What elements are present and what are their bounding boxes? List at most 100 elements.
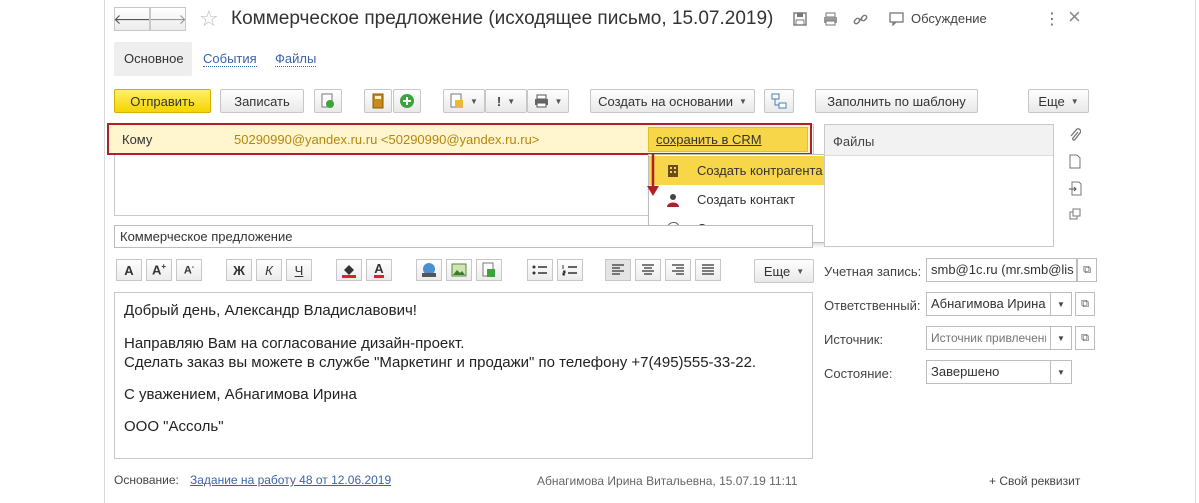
decrease-font-button[interactable]: A- bbox=[176, 259, 202, 281]
import-file-icon[interactable] bbox=[1064, 177, 1086, 199]
italic-button[interactable]: К bbox=[256, 259, 282, 281]
save-to-crm-label: сохранить в CRM bbox=[656, 132, 762, 147]
body-line: Сделать заказ вы можете в службе "Маркет… bbox=[124, 354, 757, 371]
account-label: Учетная запись: bbox=[824, 264, 922, 279]
discussion-icon[interactable] bbox=[885, 8, 907, 30]
author-timestamp: Абнагимова Ирина Витальевна, 15.07.19 11… bbox=[537, 474, 798, 488]
structure-button[interactable] bbox=[764, 89, 794, 113]
bold-button[interactable]: Ж bbox=[226, 259, 252, 281]
align-right-button[interactable] bbox=[665, 259, 691, 281]
underline-button[interactable]: Ч bbox=[286, 259, 312, 281]
importance-dropdown[interactable]: ! ▼ bbox=[485, 89, 527, 113]
plus-circle-icon bbox=[400, 94, 414, 108]
open-source-button[interactable]: ⧉ bbox=[1075, 326, 1095, 350]
more-toolbar-dropdown[interactable]: Еще ▼ bbox=[1028, 89, 1089, 113]
italic-icon: К bbox=[265, 262, 273, 278]
state-dropdown[interactable]: ▼ bbox=[1051, 360, 1072, 384]
message-body-editor[interactable]: Добрый день, Александр Владиславович! На… bbox=[114, 292, 813, 459]
source-input[interactable] bbox=[926, 326, 1051, 350]
responsible-dropdown[interactable]: ▼ bbox=[1051, 292, 1072, 316]
basis-link[interactable]: Задание на работу 48 от 12.06.2019 bbox=[190, 473, 391, 487]
chevron-down-icon: ▼ bbox=[507, 96, 516, 106]
back-button[interactable]: 🡐 bbox=[113, 7, 151, 31]
hierarchy-icon bbox=[771, 93, 787, 109]
account-input[interactable]: smb@1c.ru (mr.smb@lis bbox=[926, 258, 1077, 282]
open-window-icon: ⧉ bbox=[1081, 297, 1089, 310]
files-panel: Файлы bbox=[824, 124, 1054, 247]
align-justify-icon bbox=[702, 264, 714, 275]
fill-from-template-button[interactable]: Заполнить по шаблону bbox=[815, 89, 978, 113]
new-file-icon[interactable] bbox=[1064, 150, 1086, 172]
background-color-button[interactable] bbox=[336, 259, 362, 281]
tab-files[interactable]: Файлы bbox=[275, 51, 317, 67]
chevron-down-icon: ▼ bbox=[796, 266, 805, 276]
align-justify-button[interactable] bbox=[695, 259, 721, 281]
create-based-on-label: Создать на основании bbox=[598, 93, 733, 109]
insert-link-button[interactable] bbox=[416, 259, 442, 281]
link-icon[interactable] bbox=[849, 8, 871, 30]
bulleted-list-icon bbox=[532, 265, 547, 275]
tab-main[interactable]: Основное bbox=[114, 42, 192, 76]
align-center-icon bbox=[642, 264, 654, 275]
source-dropdown[interactable]: ▼ bbox=[1051, 326, 1072, 350]
font-a-icon: A bbox=[124, 262, 134, 278]
open-account-button[interactable]: ⧉ bbox=[1077, 258, 1097, 282]
send-button[interactable]: Отправить bbox=[114, 89, 211, 113]
recipient-address[interactable]: 50290990@yandex.ru.ru <50290990@yandex.r… bbox=[234, 132, 539, 147]
create-based-on-dropdown[interactable]: Создать на основании ▼ bbox=[590, 89, 755, 113]
responsible-label: Ответственный: bbox=[824, 298, 921, 313]
chevron-down-icon: ▼ bbox=[1057, 299, 1065, 309]
more-format-dropdown[interactable]: Еще ▼ bbox=[754, 259, 814, 283]
bulleted-list-button[interactable] bbox=[527, 259, 553, 281]
close-icon[interactable]: × bbox=[1068, 4, 1081, 30]
chevron-down-icon: ▼ bbox=[738, 96, 747, 106]
align-left-icon bbox=[612, 264, 624, 275]
increase-font-button[interactable]: A+ bbox=[146, 259, 172, 281]
favorite-star-icon[interactable]: ☆ bbox=[199, 6, 219, 32]
subject-input[interactable]: Коммерческое предложение bbox=[114, 225, 813, 248]
save-to-crm-button[interactable]: сохранить в CRM bbox=[648, 127, 808, 152]
copy-document-button[interactable] bbox=[314, 89, 342, 113]
chevron-down-icon: ▼ bbox=[1057, 367, 1065, 377]
numbered-list-button[interactable] bbox=[557, 259, 583, 281]
pointer-arrow-icon bbox=[647, 154, 659, 196]
menu-create-contact[interactable]: Создать контакт bbox=[649, 185, 847, 214]
more-format-label: Еще bbox=[763, 263, 791, 279]
discussion-link[interactable]: Обсуждение bbox=[911, 11, 987, 26]
font-decrease-icon: A- bbox=[183, 263, 195, 277]
to-label: Кому bbox=[122, 132, 153, 147]
bold-icon: Ж bbox=[233, 262, 245, 278]
add-button[interactable] bbox=[393, 89, 421, 113]
state-input[interactable]: Завершено bbox=[926, 360, 1051, 384]
print-dropdown[interactable]: ▼ bbox=[527, 89, 569, 113]
save-button[interactable]: Записать bbox=[220, 89, 304, 113]
open-window-icon[interactable] bbox=[1064, 203, 1086, 225]
save-disk-icon[interactable] bbox=[789, 8, 811, 30]
print-icon[interactable] bbox=[819, 8, 841, 30]
add-custom-property-link[interactable]: + Свой реквизит bbox=[989, 474, 1080, 488]
tab-main-label: Основное bbox=[124, 51, 184, 66]
chevron-down-icon: ▼ bbox=[470, 96, 478, 106]
forward-button[interactable]: 🡒 bbox=[149, 7, 187, 31]
align-center-button[interactable] bbox=[635, 259, 661, 281]
more-menu-icon[interactable]: ⋮ bbox=[1044, 9, 1060, 29]
underline-icon: Ч bbox=[294, 262, 304, 278]
paperclip-icon[interactable] bbox=[1064, 124, 1086, 146]
basis-label: Основание: bbox=[114, 473, 179, 487]
align-left-button[interactable] bbox=[605, 259, 631, 281]
responsible-input[interactable]: Абнагимова Ирина bbox=[926, 292, 1051, 316]
attach-document-dropdown[interactable]: ▼ bbox=[443, 89, 485, 113]
book-button[interactable] bbox=[364, 89, 392, 113]
numbered-list-icon bbox=[562, 265, 577, 276]
open-responsible-button[interactable]: ⧉ bbox=[1075, 292, 1095, 316]
font-size-button[interactable]: A bbox=[116, 259, 142, 281]
text-color-button[interactable]: A bbox=[366, 259, 392, 281]
insert-image-button[interactable] bbox=[446, 259, 472, 281]
insert-file-button[interactable] bbox=[476, 259, 502, 281]
menu-create-counterparty[interactable]: Создать контрагента bbox=[649, 156, 847, 185]
document-green-icon bbox=[482, 262, 495, 277]
state-label: Состояние: bbox=[824, 366, 893, 381]
document-yellow-icon bbox=[450, 93, 464, 108]
tab-events[interactable]: События bbox=[203, 51, 257, 67]
body-line: Направляю Вам на согласование дизайн-про… bbox=[124, 335, 465, 352]
